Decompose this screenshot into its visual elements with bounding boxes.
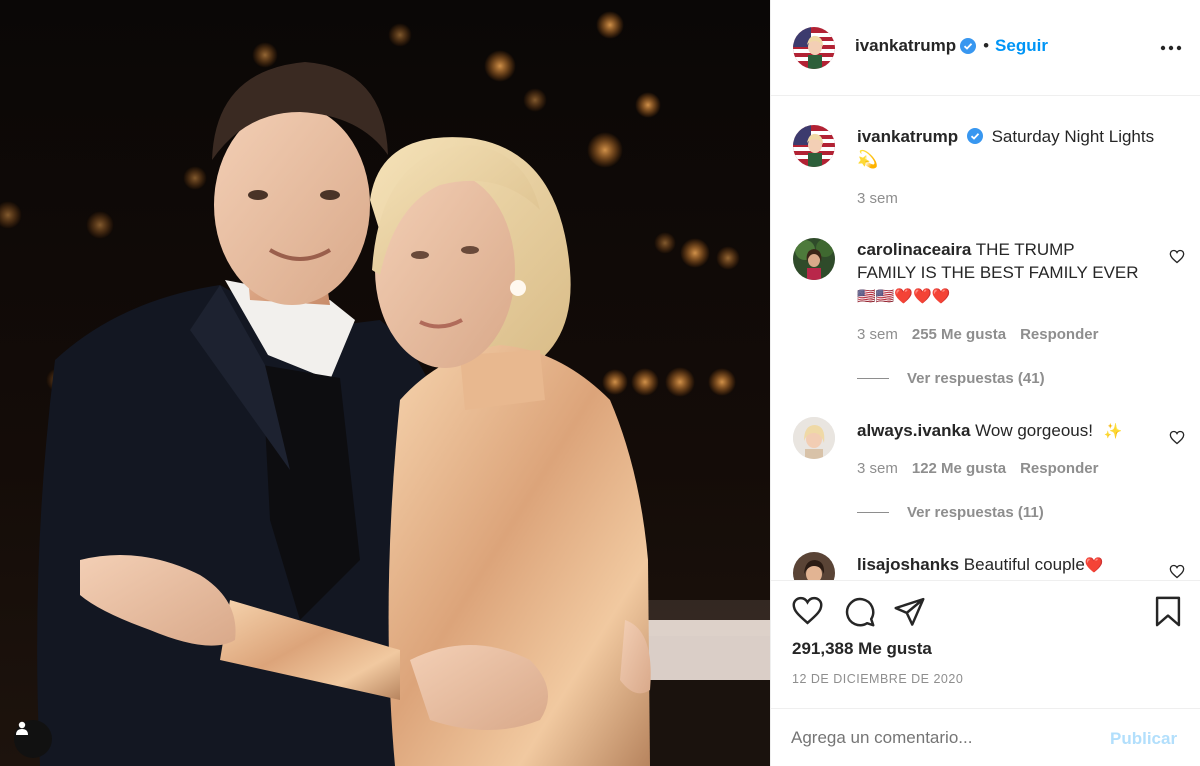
comment-text: Wow gorgeous! — [975, 421, 1093, 440]
post-date[interactable]: 12 DE DICIEMBRE DE 2020 — [792, 672, 963, 686]
commenter-avatar[interactable] — [793, 552, 835, 580]
publish-button[interactable]: Publicar — [1110, 729, 1177, 749]
separator-dot: • — [983, 36, 990, 55]
author-avatar[interactable] — [793, 27, 835, 69]
replies-dash — [857, 378, 889, 379]
comment-like-button[interactable] — [1169, 249, 1185, 269]
follow-button[interactable]: Seguir — [995, 36, 1048, 56]
comment-text-line2: FAMILY IS THE BEST FAMILY EVER — [857, 263, 1139, 282]
comment-text-line1: THE TRUMP — [975, 240, 1075, 259]
caption-time[interactable]: 3 sem — [857, 190, 898, 207]
user-tag-icon — [16, 721, 28, 735]
comment-composer: Publicar — [771, 708, 1200, 766]
more-options-button[interactable] — [1159, 38, 1183, 58]
comment-time[interactable]: 3 sem — [857, 460, 898, 477]
view-replies-button[interactable]: Ver respuestas (11) — [857, 504, 1044, 521]
commenter-avatar-image — [793, 552, 835, 580]
heart-icon — [1169, 564, 1185, 579]
comment-likes[interactable]: 255 Me gusta — [912, 326, 1006, 343]
comment-meta: 3 sem 122 Me gusta Responder — [857, 460, 1098, 477]
comment-like-button[interactable] — [1169, 430, 1185, 450]
commenter-avatar-image — [793, 238, 835, 280]
post-photo[interactable] — [0, 0, 770, 766]
share-icon — [894, 597, 925, 626]
instagram-post: ivankatrump • Seguir ivankatrump Saturda… — [0, 0, 1200, 766]
more-icon — [1160, 45, 1182, 51]
comment-button[interactable] — [843, 595, 877, 629]
heart-icon — [792, 596, 823, 625]
comment-meta: 3 sem 255 Me gusta Responder — [857, 326, 1098, 343]
caption-author-avatar-image — [793, 125, 835, 167]
view-replies-label: Ver respuestas (41) — [907, 370, 1045, 387]
reply-button[interactable]: Responder — [1020, 326, 1098, 343]
commenter-avatar[interactable] — [793, 417, 835, 459]
author-avatar-image — [793, 27, 835, 69]
comment-1: carolinaceaira THE TRUMP FAMILY IS THE B… — [857, 238, 1177, 308]
bookmark-icon — [1155, 596, 1181, 627]
reply-button[interactable]: Responder — [1020, 460, 1098, 477]
photo-illustration — [0, 0, 770, 766]
caption-username[interactable]: ivankatrump — [857, 127, 958, 146]
comment-likes[interactable]: 122 Me gusta — [912, 460, 1006, 477]
post-actions: 291,388 Me gusta 12 DE DICIEMBRE DE 2020 — [771, 580, 1200, 700]
comment-emoji: ✨ — [1103, 423, 1123, 440]
comment-emoji: ❤️ — [1084, 557, 1104, 574]
likes-count[interactable]: 291,388 Me gusta — [792, 639, 932, 659]
heart-icon — [1169, 249, 1185, 264]
caption: ivankatrump Saturday Night Lights 💫 — [857, 125, 1177, 171]
caption-author-avatar[interactable] — [793, 125, 835, 167]
comment-3: lisajoshanks Beautiful couple❤️ — [857, 553, 1177, 577]
verified-icon — [966, 128, 983, 144]
post-header: ivankatrump • Seguir — [771, 0, 1200, 96]
comment-text: Beautiful couple — [963, 555, 1085, 574]
save-button[interactable] — [1153, 595, 1187, 629]
comment-icon — [845, 597, 875, 627]
author-username[interactable]: ivankatrump — [855, 36, 956, 56]
share-button[interactable] — [893, 595, 927, 629]
commenter-avatar-image — [793, 417, 835, 459]
post-side-panel: ivankatrump • Seguir ivankatrump Saturda… — [770, 0, 1200, 766]
view-replies-button[interactable]: Ver respuestas (41) — [857, 370, 1045, 387]
comment-username[interactable]: carolinaceaira — [857, 240, 971, 259]
like-button[interactable] — [791, 595, 825, 629]
comment-emojis: 🇺🇸🇺🇸❤️❤️❤️ — [857, 288, 951, 305]
view-replies-label: Ver respuestas (11) — [907, 504, 1044, 521]
commenter-avatar[interactable] — [793, 238, 835, 280]
caption-text: Saturday Night Lights — [991, 127, 1155, 146]
comment-like-button[interactable] — [1169, 564, 1185, 580]
comment-time[interactable]: 3 sem — [857, 326, 898, 343]
comment-2: always.ivanka Wow gorgeous! ✨ — [857, 419, 1177, 443]
heart-icon — [1169, 430, 1185, 445]
comment-username[interactable]: lisajoshanks — [857, 555, 959, 574]
replies-dash — [857, 512, 889, 513]
caption-emoji: 💫 — [857, 150, 879, 169]
comment-username[interactable]: always.ivanka — [857, 421, 970, 440]
verified-icon — [960, 38, 977, 54]
comments-list[interactable]: ivankatrump Saturday Night Lights 💫 3 se… — [771, 96, 1200, 580]
user-tag-button[interactable] — [14, 720, 52, 758]
comment-input[interactable] — [791, 723, 1091, 753]
